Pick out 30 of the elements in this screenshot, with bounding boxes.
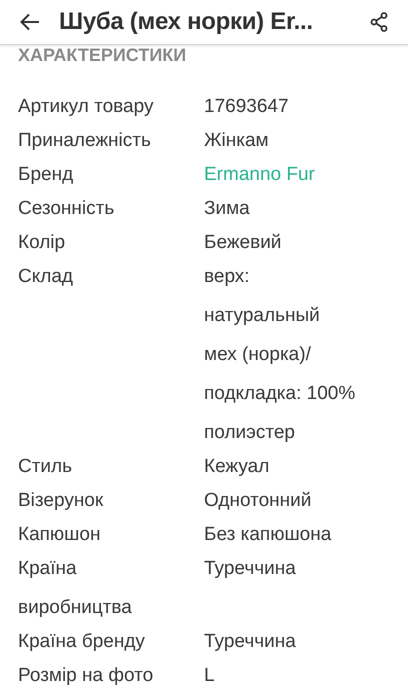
spec-label: Стиль	[17, 455, 74, 479]
brand-link[interactable]: Ermanno Fur	[204, 155, 315, 194]
share-icon	[370, 12, 388, 32]
spec-value: Зима	[204, 197, 250, 221]
spec-label: Бренд	[17, 163, 74, 187]
spec-value: Туреччина	[204, 557, 296, 581]
spec-label: Країна виробництва	[17, 557, 133, 620]
back-button[interactable]	[20, 13, 40, 31]
spec-value: Жінкам	[204, 129, 269, 153]
spec-value: Кежуал	[204, 455, 270, 479]
spec-label: Капюшон	[17, 523, 102, 547]
spec-value: Туреччина	[204, 630, 296, 654]
section-heading: ХАРАКТЕРИСТИКИ	[18, 46, 186, 64]
spec-value: 17693647	[204, 95, 289, 119]
spec-value: Однотонний	[204, 489, 312, 513]
spec-label: Артикул товару	[17, 95, 154, 119]
share-button[interactable]	[370, 12, 388, 32]
spec-value: L	[204, 664, 215, 688]
spec-label: Візерунок	[17, 489, 104, 513]
page-title: Шуба (мех норки) Er...	[59, 8, 313, 36]
spec-label: Приналежність	[17, 129, 152, 153]
back-icon	[20, 13, 40, 31]
spec-label: Країна бренду	[17, 630, 146, 654]
spec-value: Без капюшона	[204, 523, 332, 547]
spec-label: Розмір на фото	[17, 664, 154, 688]
spec-value: Бежевий	[204, 231, 282, 255]
spec-label: Склад	[17, 265, 74, 289]
spec-value: верх: натуральный мех (норка)/ подкладка: 100% полиэстер	[204, 265, 356, 445]
spec-label: Колір	[17, 231, 66, 255]
spec-label: Сезонність	[17, 197, 116, 221]
